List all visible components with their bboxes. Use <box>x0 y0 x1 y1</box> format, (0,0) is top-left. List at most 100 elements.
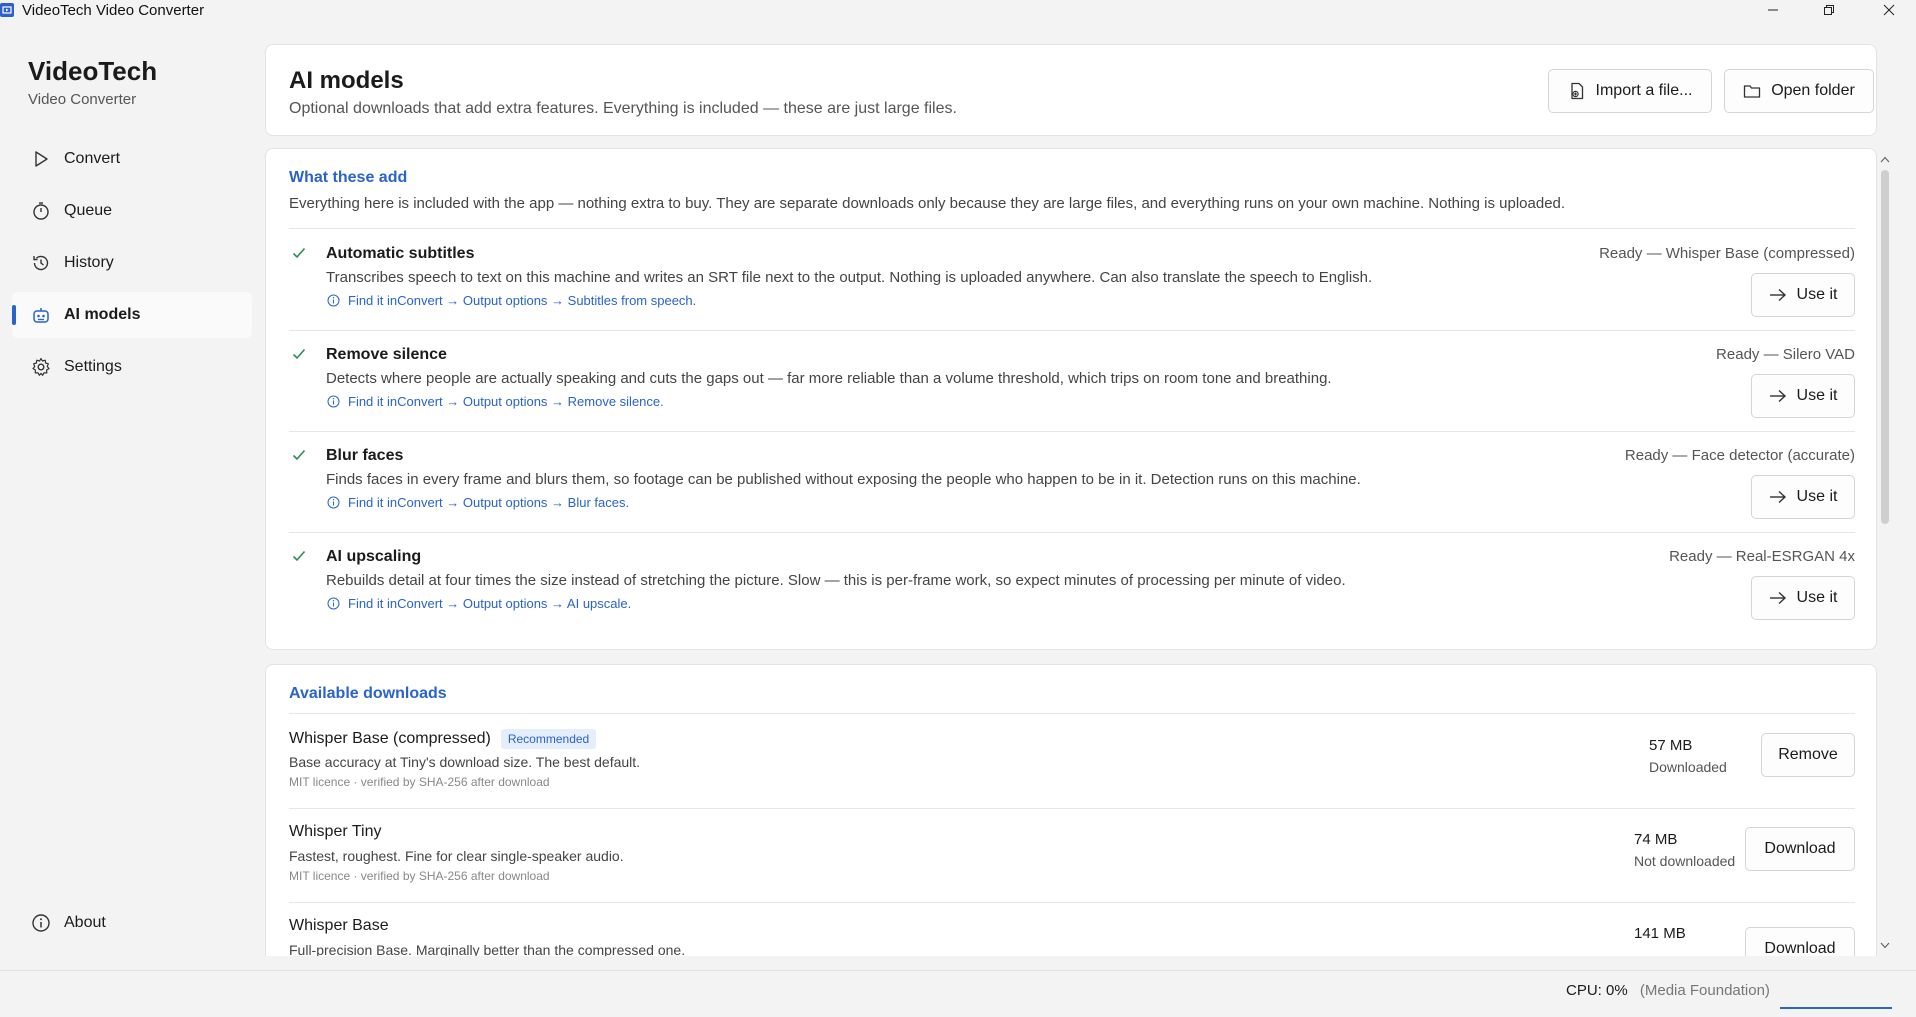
check-icon <box>289 445 309 465</box>
feature-automatic-subtitles: Automatic subtitles Transcribes speech t… <box>289 241 1855 341</box>
sidebar-item-queue[interactable]: Queue <box>12 188 252 234</box>
content-scroll-region[interactable]: What these add Everything here is includ… <box>265 148 1877 956</box>
use-it-label: Use it <box>1796 589 1838 606</box>
brand: VideoTech Video Converter <box>28 56 157 108</box>
backend-label: (Media Foundation) <box>1639 982 1770 999</box>
arrow-right-icon <box>1769 490 1787 504</box>
feature-remove-silence: Remove silence Detects where people are … <box>289 342 1855 442</box>
about-label: About <box>64 914 106 931</box>
use-it-button[interactable]: Use it <box>1751 374 1855 418</box>
scroll-thumb[interactable] <box>1881 170 1889 524</box>
feature-location-link[interactable]: Find it inConvert → Output options → AI … <box>326 596 631 611</box>
use-it-button[interactable]: Use it <box>1751 273 1855 317</box>
restore-button[interactable] <box>1806 0 1852 20</box>
download-licence: MIT licence · verified by SHA-256 after … <box>289 775 550 789</box>
download-description: Fastest, roughest. Fine for clear single… <box>289 848 624 864</box>
feature-status: Ready — Whisper Base (compressed) <box>1599 245 1855 262</box>
feature-blur-faces: Blur faces Finds faces in every frame an… <box>289 443 1855 543</box>
download-item-whisper-base-compressed: Whisper Base (compressed) Recommended Ba… <box>289 725 1855 819</box>
sidebar-item-settings[interactable]: Settings <box>12 344 252 390</box>
window-title: VideoTech Video Converter <box>22 1 205 19</box>
download-item-whisper-tiny: Whisper Tiny Fastest, roughest. Fine for… <box>289 819 1855 913</box>
divider <box>289 431 1855 432</box>
feature-location-link[interactable]: Find it inConvert → Output options → Rem… <box>326 394 664 409</box>
features-title: What these add <box>289 169 408 186</box>
title-bar: VideoTech Video Converter <box>0 0 1916 20</box>
download-item-whisper-base: Whisper Base Full-precision Base. Margin… <box>289 913 1855 956</box>
vertical-scrollbar[interactable] <box>1878 150 1892 956</box>
divider <box>289 713 1855 714</box>
use-it-label: Use it <box>1796 488 1838 505</box>
close-button[interactable] <box>1866 0 1912 20</box>
stopwatch-icon <box>30 200 52 222</box>
info-icon <box>326 294 340 308</box>
history-icon <box>30 252 52 274</box>
feature-location-label: Find it inConvert → Output options → Blu… <box>348 495 630 510</box>
sidebar-item-ai-models[interactable]: AI models <box>12 292 252 338</box>
file-import-icon <box>1568 82 1586 100</box>
import-file-label: Import a file... <box>1595 82 1693 99</box>
downloads-title: Available downloads <box>289 685 447 702</box>
gear-icon <box>30 356 52 378</box>
download-button[interactable]: Download <box>1745 827 1855 871</box>
cpu-status: CPU: 0% (Media Foundation) <box>1566 982 1770 999</box>
import-file-button[interactable]: Import a file... <box>1548 69 1712 113</box>
download-state: Downloaded <box>1649 759 1727 775</box>
feature-title: AI upscaling <box>326 548 422 565</box>
recommended-badge: Recommended <box>500 729 597 749</box>
scroll-up-icon[interactable] <box>1880 154 1890 164</box>
download-name: Whisper Base <box>289 917 389 934</box>
feature-title: Remove silence <box>326 346 447 363</box>
sidebar-item-history[interactable]: History <box>12 240 252 286</box>
scroll-down-icon[interactable] <box>1880 940 1890 950</box>
check-icon <box>289 344 309 364</box>
feature-location-link[interactable]: Find it inConvert → Output options → Blu… <box>326 495 629 510</box>
open-folder-label: Open folder <box>1771 82 1855 99</box>
features-card: What these add Everything here is includ… <box>265 148 1877 650</box>
sidebar-item-label: History <box>64 254 114 271</box>
feature-description: Detects where people are actually speaki… <box>326 370 1332 387</box>
divider <box>289 902 1855 903</box>
sidebar-nav: Convert Queue History AI models Settings <box>12 136 252 396</box>
sidebar-item-about[interactable]: About <box>30 912 106 934</box>
open-folder-button[interactable]: Open folder <box>1724 69 1874 113</box>
feature-location-label: Find it inConvert → Output options → Rem… <box>348 394 664 409</box>
page-header: AI models Optional downloads that add ex… <box>265 44 1877 136</box>
divider <box>289 808 1855 809</box>
status-bar: CPU: 0% (Media Foundation) <box>0 970 1916 1017</box>
feature-location-label: Find it inConvert → Output options → Sub… <box>348 293 697 308</box>
info-icon <box>30 912 52 934</box>
cpu-usage: CPU: 0% <box>1566 982 1628 999</box>
folder-icon <box>1743 82 1761 100</box>
sidebar-item-label: Convert <box>64 150 121 167</box>
download-name: Whisper Tiny <box>289 823 382 840</box>
feature-description: Transcribes speech to text on this machi… <box>326 269 1373 286</box>
page-title: AI models <box>289 67 404 94</box>
use-it-button[interactable]: Use it <box>1751 576 1855 620</box>
info-icon <box>326 597 340 611</box>
features-description: Everything here is included with the app… <box>289 195 1566 212</box>
remove-button[interactable]: Remove <box>1761 733 1855 777</box>
feature-location-label: Find it inConvert → Output options → AI … <box>348 596 632 611</box>
use-it-button[interactable]: Use it <box>1751 475 1855 519</box>
play-icon <box>30 148 52 170</box>
feature-status: Ready — Real-ESRGAN 4x <box>1669 548 1855 565</box>
feature-description: Rebuilds detail at four times the size i… <box>326 572 1346 589</box>
app-icon <box>0 3 14 17</box>
sidebar-item-label: Queue <box>64 202 113 219</box>
divider <box>289 228 1855 229</box>
feature-status: Ready — Silero VAD <box>1716 346 1855 363</box>
download-size: 74 MB <box>1634 831 1678 848</box>
sidebar-item-label: Settings <box>64 358 122 375</box>
download-button[interactable]: Download <box>1745 927 1855 956</box>
downloads-card: Available downloads Whisper Base (compre… <box>265 664 1877 956</box>
sidebar-item-convert[interactable]: Convert <box>12 136 252 182</box>
minimize-button[interactable] <box>1750 0 1796 20</box>
download-licence: MIT licence · verified by SHA-256 after … <box>289 869 550 883</box>
use-it-label: Use it <box>1796 286 1838 303</box>
progress-indicator <box>1780 1007 1892 1009</box>
feature-status: Ready — Face detector (accurate) <box>1624 447 1855 464</box>
brand-name: VideoTech <box>28 56 158 86</box>
feature-location-link[interactable]: Find it inConvert → Output options → Sub… <box>326 293 696 308</box>
feature-title: Automatic subtitles <box>326 245 475 262</box>
